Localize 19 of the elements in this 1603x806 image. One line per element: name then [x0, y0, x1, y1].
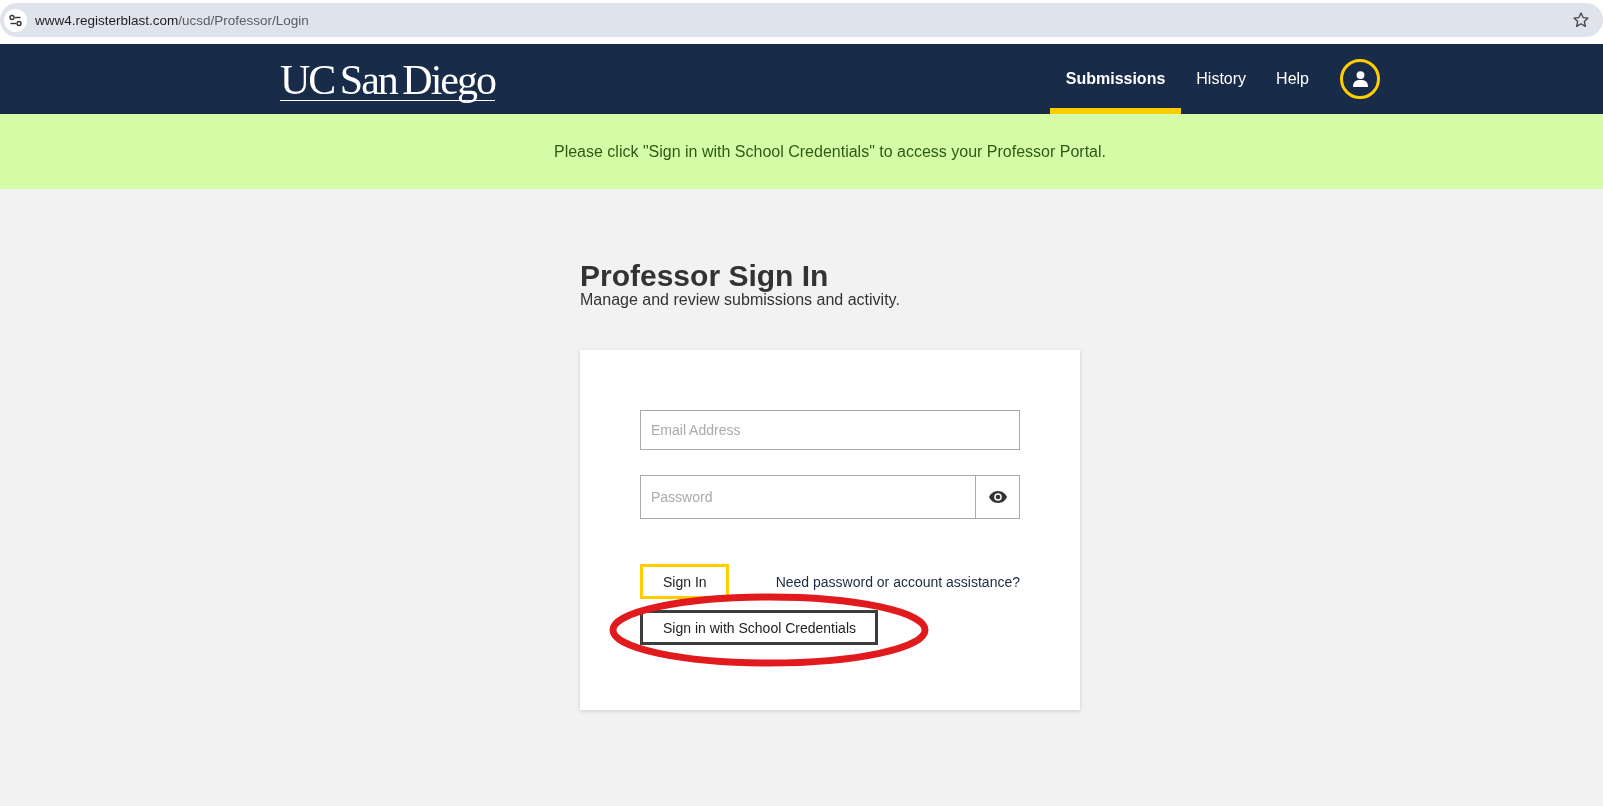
page-subtitle: Manage and review submissions and activity.: [580, 291, 901, 309]
user-icon: [1352, 71, 1368, 87]
page-title: Professor Sign In: [580, 261, 830, 291]
account-button[interactable]: [1340, 59, 1380, 99]
sliders-icon[interactable]: [4, 8, 27, 32]
logo[interactable]: UC San Diego: [280, 61, 495, 101]
help-link[interactable]: Need password or account assistance?: [775, 573, 1020, 590]
nav-tab[interactable]: Help: [1261, 44, 1324, 114]
url-text[interactable]: www4.registerblast.com/ucsd/Professor/Login: [35, 12, 309, 28]
email-field[interactable]: Email Address: [640, 410, 1020, 450]
banner-message: Please click "Sign in with School Credentials" to access your Professor Portal.: [553, 142, 1106, 161]
eye-icon: [988, 491, 1007, 503]
address-bar[interactable]: www4.registerblast.com/ucsd/Professor/Login: [0, 3, 1603, 37]
nav-tab[interactable]: History: [1181, 44, 1262, 114]
star-icon[interactable]: [1573, 12, 1589, 28]
show-password-button[interactable]: [976, 475, 1020, 519]
sign-in-button[interactable]: Sign In: [640, 564, 729, 599]
password-field[interactable]: Password: [640, 475, 976, 519]
school-sign-in-button[interactable]: Sign in with School Credentials: [640, 610, 878, 645]
